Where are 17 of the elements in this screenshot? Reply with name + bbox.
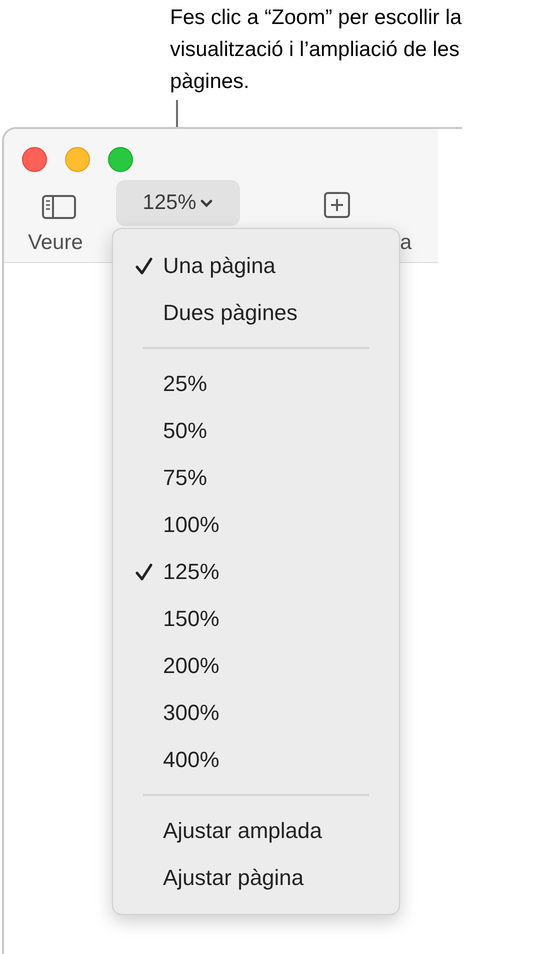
toolbar-label: Veure — [28, 230, 83, 256]
menu-item[interactable]: 100% — [113, 501, 399, 548]
menu-item[interactable]: Ajustar pàgina — [113, 854, 399, 901]
menu-item[interactable]: 150% — [113, 595, 399, 642]
menu-item[interactable]: Ajustar amplada — [113, 807, 399, 854]
menu-item[interactable]: Dues pàgines — [113, 289, 399, 336]
menu-item[interactable]: 50% — [113, 407, 399, 454]
callout-text: Fes clic a “Zoom” per escollir la visualització i l’ampliació de les pàgines. — [170, 5, 463, 95]
menu-item[interactable]: 200% — [113, 642, 399, 689]
zoom-button[interactable]: 125% — [116, 180, 240, 226]
menu-item[interactable]: 400% — [113, 736, 399, 783]
toolbar-label: a — [400, 230, 412, 256]
menu-item[interactable]: Una pàgina — [113, 242, 399, 289]
menu-item[interactable]: 125% — [113, 548, 399, 595]
menu-item[interactable]: 75% — [113, 454, 399, 501]
menu-item[interactable]: 300% — [113, 689, 399, 736]
menu-item[interactable]: 25% — [113, 360, 399, 407]
